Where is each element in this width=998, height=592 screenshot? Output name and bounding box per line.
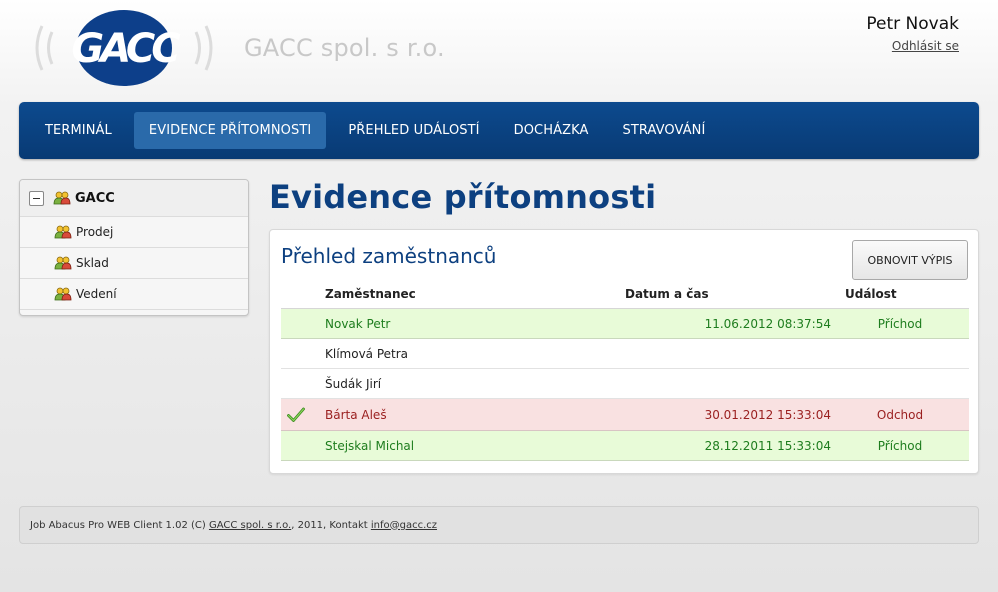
- company-name: GACC spol. s r.o.: [244, 34, 445, 62]
- table-row[interactable]: Stejskal Michal 28.12.2011 15:33:04 Příc…: [281, 431, 969, 461]
- header: GACC GACC spol. s r.o. Petr Novak Odhlás…: [0, 0, 998, 100]
- event-type: Příchod: [877, 438, 923, 453]
- tree-root[interactable]: GACC: [20, 180, 248, 217]
- event-type: Příchod: [877, 316, 923, 331]
- table-header: Zaměstnanec Datum a čas Událost: [281, 279, 969, 309]
- employee-name: Novak Petr: [325, 316, 391, 331]
- employee-name: Šudák Jirí: [325, 376, 382, 391]
- nav-item-catering[interactable]: STRAVOVÁNÍ: [611, 112, 718, 149]
- footer-email-link[interactable]: info@gacc.cz: [371, 520, 437, 531]
- tree-item-sklad[interactable]: Sklad: [20, 248, 248, 279]
- logo-text: GACC: [71, 26, 180, 72]
- employees-panel: Přehled zaměstnanců OBNOVIT VÝPIS Zaměst…: [269, 229, 979, 474]
- tree-item-prodej[interactable]: Prodej: [20, 217, 248, 248]
- checkmark-icon: [287, 407, 305, 422]
- table-row[interactable]: Šudák Jirí: [281, 369, 969, 399]
- employees-table: Zaměstnanec Datum a čas Událost Novak Pe…: [281, 279, 969, 461]
- group-icon: [54, 256, 72, 270]
- group-icon: [53, 191, 71, 205]
- sidebar-tree: GACC Prodej Sklad Vedení: [19, 179, 249, 316]
- table-row[interactable]: Novak Petr 11.06.2012 08:37:54 Příchod: [281, 309, 969, 339]
- event-type: Odchod: [876, 407, 924, 422]
- table-row[interactable]: Klímová Petra: [281, 339, 969, 369]
- column-header-datetime[interactable]: Datum a čas: [625, 287, 831, 301]
- employee-name: Bárta Aleš: [325, 407, 387, 422]
- footer-text: Job Abacus Pro WEB Client 1.02 (C): [30, 519, 209, 531]
- nav-item-attendance-evidence[interactable]: EVIDENCE PŘÍTOMNOSTI: [133, 112, 327, 149]
- tree-root-label: GACC: [75, 190, 115, 206]
- footer-text: , 2011, Kontakt: [291, 519, 371, 531]
- nav-item-terminal[interactable]: TERMINÁL: [33, 112, 124, 149]
- user-name: Petr Novak: [866, 14, 959, 34]
- nav-item-events-overview[interactable]: PŘEHLED UDÁLOSTÍ: [336, 112, 491, 149]
- tree-item-label: Vedení: [76, 287, 117, 301]
- event-datetime: 30.01.2012 15:33:04: [704, 407, 831, 422]
- column-header-event[interactable]: Událost: [831, 287, 969, 301]
- logout-link[interactable]: Odhlásit se: [892, 39, 959, 53]
- nav-item-attendance[interactable]: DOCHÁZKA: [502, 112, 601, 149]
- refresh-button[interactable]: OBNOVIT VÝPIS: [852, 240, 968, 280]
- page-title: Evidence přítomnosti: [269, 178, 657, 216]
- collapse-icon[interactable]: [29, 190, 44, 206]
- event-datetime: 11.06.2012 08:37:54: [704, 316, 831, 331]
- tree-item-label: Sklad: [76, 256, 109, 270]
- tree-item-label: Prodej: [76, 225, 114, 239]
- panel-title: Přehled zaměstnanců: [281, 244, 497, 268]
- tree-item-vedeni[interactable]: Vedení: [20, 279, 248, 310]
- footer-company-link[interactable]: GACC spol. s r.o.: [209, 520, 291, 531]
- footer: Job Abacus Pro WEB Client 1.02 (C) GACC …: [19, 506, 979, 544]
- gacc-logo: GACC: [35, 10, 213, 86]
- group-icon: [54, 225, 72, 239]
- event-datetime: 28.12.2011 15:33:04: [704, 438, 831, 453]
- column-header-employee[interactable]: Zaměstnanec: [325, 287, 625, 301]
- group-icon: [54, 287, 72, 301]
- employee-name: Stejskal Michal: [325, 438, 415, 453]
- table-row[interactable]: Bárta Aleš 30.01.2012 15:33:04 Odchod: [281, 399, 969, 431]
- main-nav: TERMINÁL EVIDENCE PŘÍTOMNOSTI PŘEHLED UD…: [19, 102, 979, 159]
- employee-name: Klímová Petra: [325, 346, 409, 361]
